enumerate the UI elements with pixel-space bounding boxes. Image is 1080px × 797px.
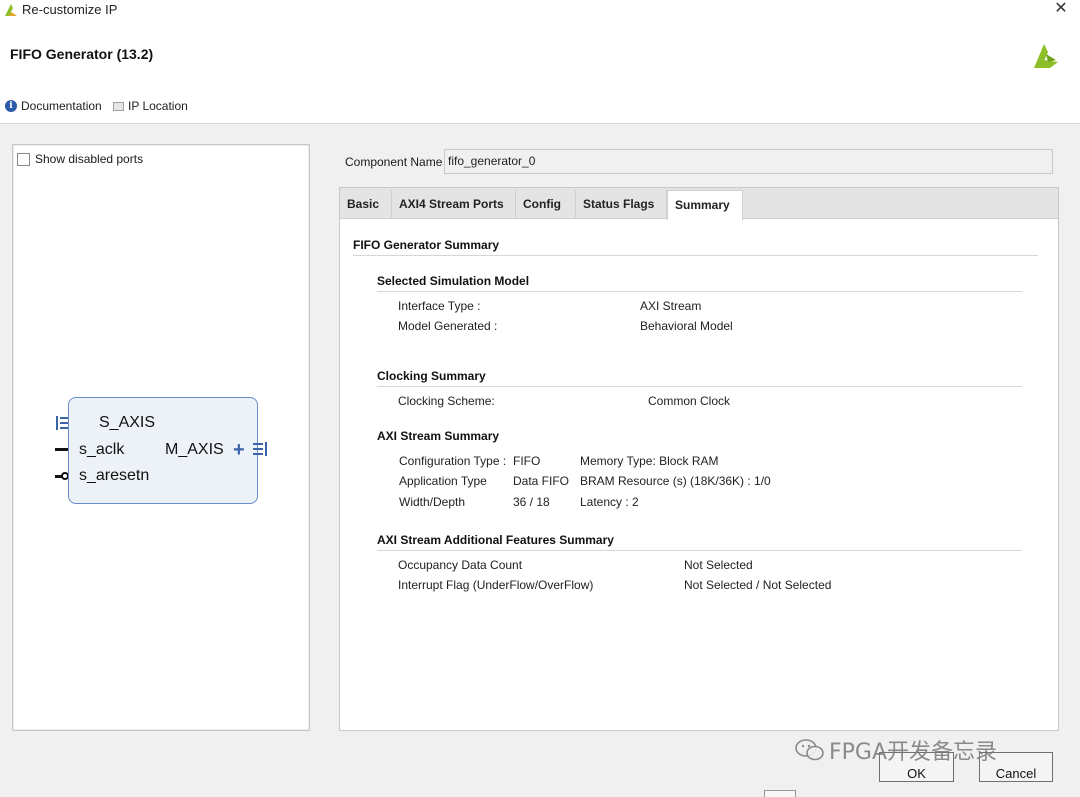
show-disabled-ports-label: Show disabled ports	[35, 152, 144, 166]
ip-symbol-panel: Show disabled ports + S_AXIS s_aclk s_ar…	[12, 144, 310, 731]
watermark: FPGA开发备忘录	[795, 734, 997, 766]
tab-bar: Basic AXI4 Stream Ports Config Status Fl…	[340, 188, 1058, 220]
summary-key: Interface Type :	[398, 299, 481, 313]
window-title: Re-customize IP	[22, 2, 118, 17]
info-icon: i	[5, 100, 17, 112]
component-name-label: Component Name	[345, 155, 443, 169]
ip-header: FIFO Generator (13.2) i Documentation IP…	[0, 24, 1080, 124]
ip-title: FIFO Generator (13.2)	[10, 46, 154, 62]
port-s-axis: S_AXIS	[99, 414, 156, 431]
component-name-input[interactable]: fifo_generator_0	[444, 149, 1053, 174]
summary-extra: BRAM Resource (s) (18K/36K) : 1/0	[580, 474, 771, 488]
bus-interface-icon	[253, 442, 267, 456]
tab-summary[interactable]: Summary	[667, 190, 743, 220]
cancel-label: Cancel	[995, 766, 1037, 781]
fifo-ip-block[interactable]: S_AXIS s_aclk s_aresetn M_AXIS	[68, 397, 258, 504]
watermark-text: FPGA开发备忘录	[829, 740, 998, 765]
summary-key: Model Generated :	[398, 319, 498, 333]
documentation-link[interactable]: i Documentation	[5, 98, 102, 114]
summary-key: Clocking Scheme:	[398, 394, 495, 408]
tab-config[interactable]: Config	[516, 190, 576, 219]
port-s-aresetn: s_aresetn	[79, 467, 150, 484]
tab-status-flags[interactable]: Status Flags	[576, 190, 667, 219]
ip-location-label: IP Location	[128, 99, 188, 113]
close-icon[interactable]: ✕	[1052, 0, 1070, 18]
summary-value: FIFO	[513, 454, 541, 468]
clocking-heading: Clocking Summary	[377, 369, 486, 383]
divider	[377, 386, 1022, 387]
summary-heading: FIFO Generator Summary	[353, 238, 500, 252]
tab-axi4-stream-ports[interactable]: AXI4 Stream Ports	[392, 190, 516, 219]
clock-wire	[55, 448, 69, 451]
summary-value: Behavioral Model	[640, 319, 733, 333]
summary-extra: Memory Type: Block RAM	[580, 454, 719, 468]
resize-grip	[764, 790, 796, 797]
summary-value: Data FIFO	[513, 474, 570, 488]
divider	[353, 255, 1038, 256]
divider	[377, 550, 1022, 551]
wechat-icon	[795, 739, 824, 761]
summary-key: Occupancy Data Count	[398, 558, 523, 572]
sim-model-heading: Selected Simulation Model	[377, 274, 530, 288]
summary-value: Common Clock	[648, 394, 731, 408]
axi-stream-heading: AXI Stream Summary	[377, 429, 500, 443]
summary-value: 36 / 18	[513, 495, 550, 509]
show-disabled-ports-checkbox[interactable]: Show disabled ports	[17, 152, 143, 166]
summary-key: Width/Depth	[399, 495, 466, 509]
additional-features-heading: AXI Stream Additional Features Summary	[377, 533, 614, 547]
port-s-aclk: s_aclk	[79, 441, 125, 458]
divider	[377, 291, 1022, 292]
expand-plus-icon[interactable]: +	[233, 440, 245, 460]
port-m-axis: M_AXIS	[165, 441, 224, 458]
vivado-app-icon	[5, 4, 17, 16]
ok-label: OK	[907, 766, 926, 781]
checkbox-box[interactable]	[17, 152, 30, 166]
configuration-tabs: Basic AXI4 Stream Ports Config Status Fl…	[339, 187, 1059, 731]
summary-key: Interrupt Flag (UnderFlow/OverFlow)	[398, 578, 594, 592]
summary-key: Application Type	[399, 474, 487, 488]
summary-value: Not Selected / Not Selected	[684, 578, 832, 592]
summary-value: AXI Stream	[640, 299, 702, 313]
summary-extra: Latency : 2	[580, 495, 639, 509]
documentation-label: Documentation	[21, 99, 102, 113]
summary-value: Not Selected	[684, 558, 753, 572]
ip-location-link[interactable]: IP Location	[113, 98, 188, 114]
folder-icon	[113, 101, 124, 111]
window-titlebar: Re-customize IP ✕	[0, 0, 1080, 24]
xilinx-logo-icon	[1034, 44, 1058, 68]
tab-basic[interactable]: Basic	[340, 190, 392, 219]
summary-key: Configuration Type :	[399, 454, 507, 468]
